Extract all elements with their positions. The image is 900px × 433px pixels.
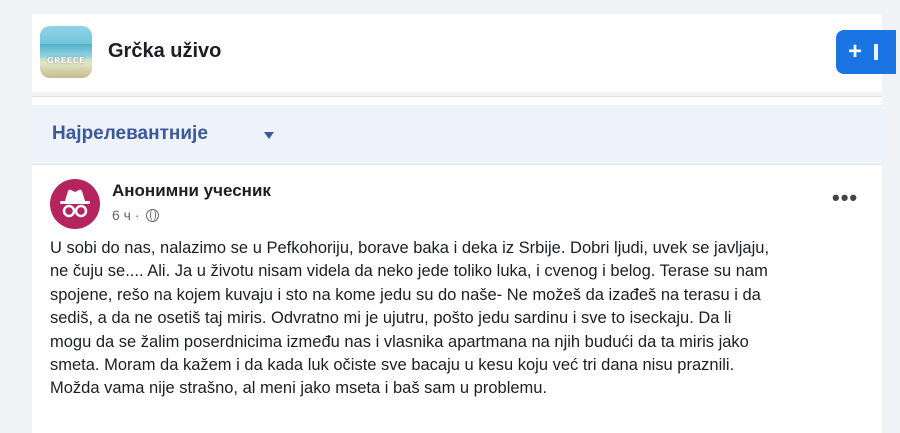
post-line: mogu da se žalim poserdnicima između nas… bbox=[50, 332, 749, 351]
sort-selector[interactable]: Најрелевантније bbox=[32, 106, 882, 162]
post-card: Анонимни учесник 6 ч · ••• U sobi do nas… bbox=[32, 164, 882, 433]
post-time[interactable]: 6 ч bbox=[112, 207, 131, 223]
group-title[interactable]: Grčka uživo bbox=[108, 40, 221, 63]
sort-label[interactable]: Најрелевантније bbox=[52, 123, 208, 145]
group-thumbnail[interactable]: GREECE bbox=[40, 26, 92, 78]
incognito-glyph-icon bbox=[60, 189, 90, 218]
post-line: spojene, rešo na kojem kuvaju i sto na k… bbox=[50, 285, 761, 304]
post-meta: 6 ч · bbox=[112, 207, 160, 223]
header-divider bbox=[32, 96, 882, 105]
add-button-label: + bbox=[848, 38, 863, 65]
post-line: Možda vama nije strašno, al meni jako ms… bbox=[50, 379, 548, 398]
meta-separator: · bbox=[130, 207, 144, 223]
globe-icon bbox=[146, 209, 160, 222]
dropdown-caret-icon[interactable] bbox=[264, 132, 274, 139]
post-line: ne čuju se.... Ali. Ja u životu nisam vi… bbox=[50, 262, 768, 281]
group-header: GREECE Grčka uživo + bbox=[32, 14, 896, 92]
post-line: sediš, a da ne osetiš taj miris. Odvratn… bbox=[50, 309, 732, 328]
post-line: U sobi do nas, nalazimo se u Pefkohoriju… bbox=[50, 239, 770, 257]
post-text: U sobi do nas, nalazimo se u Pefkohoriju… bbox=[50, 237, 870, 401]
add-button-edge bbox=[874, 44, 878, 60]
author-name[interactable]: Анонимни учесник bbox=[112, 181, 271, 201]
add-button[interactable]: + bbox=[836, 30, 896, 74]
thumb-text: GREECE bbox=[47, 56, 85, 65]
incognito-avatar-icon[interactable] bbox=[50, 179, 100, 229]
more-options-icon[interactable]: ••• bbox=[832, 187, 858, 209]
post-line: smeta. Moram da kažem i da kada luk očis… bbox=[50, 356, 735, 375]
